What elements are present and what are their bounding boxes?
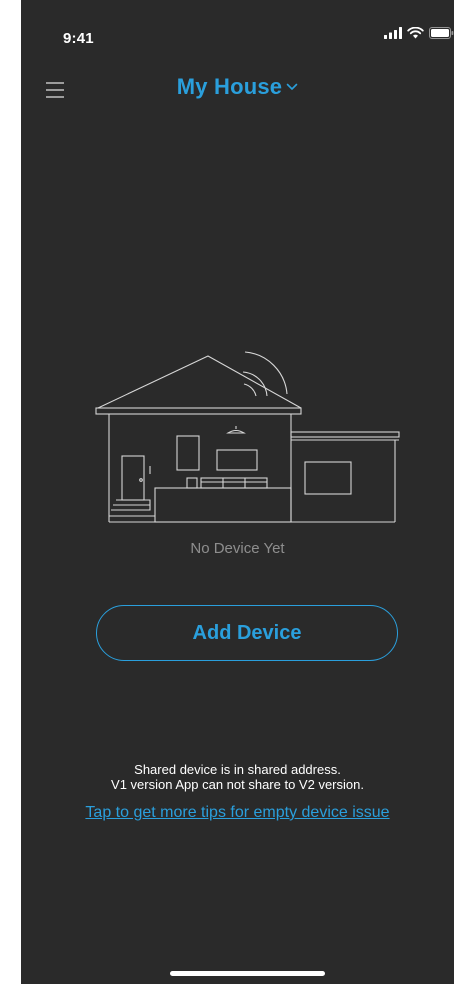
shared-device-info: Shared device is in shared address. V1 v…: [21, 762, 454, 792]
app-screen: 9:41 My House No Device Yet Add Device S…: [21, 0, 454, 984]
info-line-2: V1 version App can not share to V2 versi…: [111, 777, 364, 792]
house-illustration: [95, 351, 400, 523]
empty-state-message: No Device Yet: [190, 540, 285, 557]
empty-device-tips-link[interactable]: Tap to get more tips for empty device is…: [21, 804, 454, 822]
house-selector[interactable]: My House: [21, 74, 454, 100]
status-icons: [384, 27, 454, 39]
battery-icon: [429, 27, 454, 39]
page-title: My House: [176, 74, 283, 99]
info-line-1: Shared device is in shared address.: [134, 762, 341, 777]
home-indicator: [170, 971, 325, 976]
add-device-button[interactable]: Add Device: [96, 605, 398, 661]
wifi-icon: [407, 27, 424, 39]
status-time: 9:41: [63, 30, 94, 47]
signal-icon: [384, 27, 402, 39]
chevron-down-icon: [286, 83, 298, 90]
status-bar: 9:41: [21, 0, 454, 70]
header: My House: [21, 70, 454, 110]
